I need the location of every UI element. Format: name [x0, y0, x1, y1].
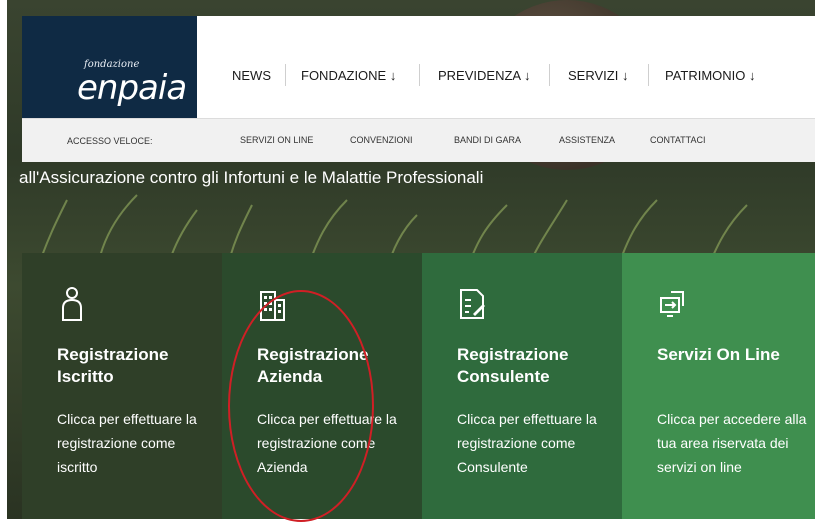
card-servizi-on-line[interactable]: Servizi On Line Clicca per accedere alla…: [622, 253, 815, 519]
nav-news[interactable]: NEWS: [232, 68, 271, 83]
quick-link-assistenza[interactable]: ASSISTENZA: [559, 135, 615, 145]
quick-link-contattaci[interactable]: CONTATTACI: [650, 135, 706, 145]
card-title: Servizi On Line: [657, 345, 780, 364]
nav-patrimonio[interactable]: PATRIMONIO ↓: [665, 68, 756, 83]
card-description: Clicca per effettuare la registrazione c…: [457, 411, 597, 475]
registration-cards: Registrazione Iscritto Clicca per effett…: [22, 253, 815, 519]
nav-separator: [285, 64, 286, 86]
nav-separator: [419, 64, 420, 86]
nav-separator: [549, 64, 550, 86]
quick-link-convenzioni[interactable]: CONVENZIONI: [350, 135, 413, 145]
main-navigation: NEWS FONDAZIONE ↓ PREVIDENZA ↓ SERVIZI ↓…: [197, 16, 815, 118]
hero-subtitle: all'Assicurazione contro gli Infortuni e…: [19, 168, 484, 187]
card-registrazione-iscritto[interactable]: Registrazione Iscritto Clicca per effett…: [22, 253, 222, 519]
card-title: Registrazione Consulente: [457, 345, 569, 386]
person-icon: [62, 287, 82, 321]
nav-servizi[interactable]: SERVIZI ↓: [568, 68, 628, 83]
quick-link-servizi-on-line[interactable]: SERVIZI ON LINE: [240, 135, 313, 145]
card-registrazione-consulente[interactable]: Registrazione Consulente Clicca per effe…: [422, 253, 622, 519]
screen-arrow-icon: [660, 291, 684, 317]
quick-link-bandi-di-gara[interactable]: BANDI DI GARA: [454, 135, 521, 145]
quick-access-label: ACCESSO VELOCE:: [67, 136, 153, 146]
document-edit-icon: [460, 289, 485, 319]
red-circle-annotation: [228, 290, 374, 522]
card-title: Registrazione Iscritto: [57, 345, 169, 386]
nav-previdenza[interactable]: PREVIDENZA ↓: [438, 68, 530, 83]
quick-access-bar: ACCESSO VELOCE: SERVIZI ON LINE CONVENZI…: [22, 118, 815, 162]
nav-fondazione[interactable]: FONDAZIONE ↓: [301, 68, 396, 83]
card-description: Clicca per accedere alla tua area riserv…: [657, 411, 807, 475]
card-description: Clicca per effettuare la registrazione c…: [57, 411, 197, 475]
nav-separator: [648, 64, 649, 86]
logo-big-text: enpaia: [77, 68, 187, 108]
